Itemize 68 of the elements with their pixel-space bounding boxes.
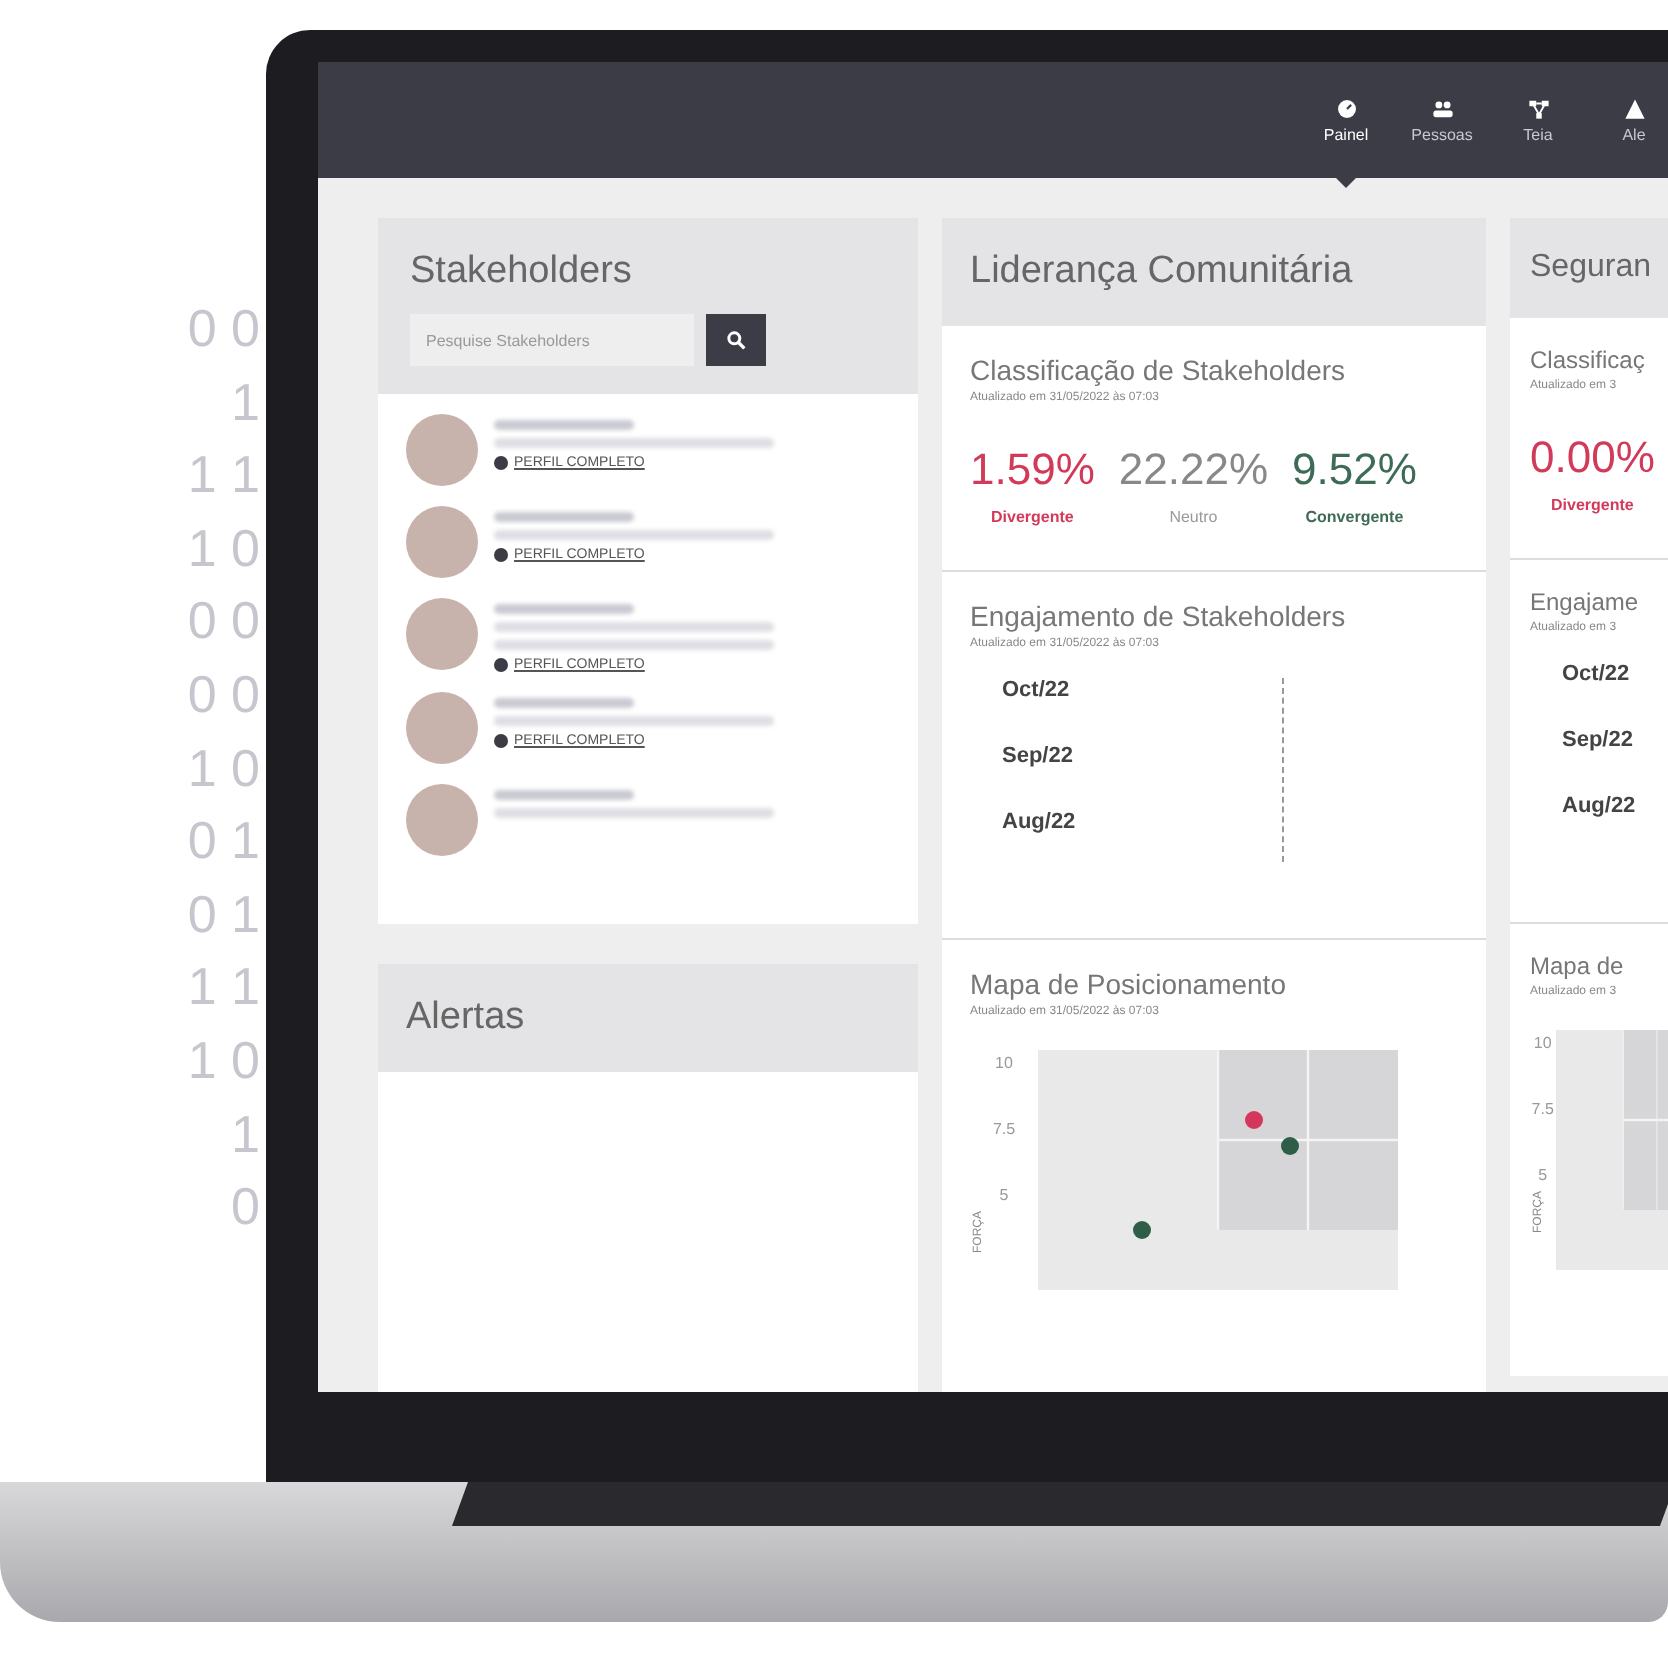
warning-icon (1623, 97, 1645, 119)
card-title: Engajame (1530, 588, 1641, 616)
blurred-text (494, 604, 634, 614)
tick-label: 10 (1533, 1034, 1552, 1052)
month-label: Aug/22 (1562, 794, 1638, 818)
plus-circle-icon (494, 658, 508, 672)
nav-tab[interactable]: Painel (1312, 62, 1380, 178)
decorative-digits: 0 0 (187, 592, 260, 650)
avatar-placeholder (406, 692, 478, 764)
metric-label: Neutro (1169, 508, 1218, 526)
search-button[interactable] (706, 314, 766, 366)
blurred-text (494, 420, 634, 430)
blurred-text (494, 790, 634, 800)
network-icon (1527, 97, 1549, 119)
plus-circle-icon (494, 548, 508, 562)
card-title: Mapa de Posicionamento (970, 968, 1288, 1000)
metric-value: 0.00% (1530, 432, 1655, 484)
tick-label: 5 (999, 1186, 1009, 1204)
avatar-placeholder (406, 506, 478, 578)
decorative-digits: 1 1 (187, 958, 260, 1016)
gauge-icon (1335, 97, 1357, 119)
nav-tab[interactable]: Pessoas (1408, 62, 1476, 178)
decorative-digits: 1 0 (187, 1031, 260, 1090)
avatar-placeholder (406, 598, 478, 670)
panel-title: Liderança Comunitária (970, 250, 1355, 294)
search-field[interactable]: Pesquise Stakeholders (410, 314, 694, 366)
metric-value: 22.22% (1118, 444, 1269, 496)
tick-label: 7.5 (992, 1120, 1016, 1138)
decorative-digits: 1 (231, 1105, 260, 1163)
tick-label: 5 (1538, 1166, 1548, 1184)
decorative-digits: 1 0 (187, 519, 260, 577)
decorative-digits: 0 (231, 1178, 260, 1236)
tick-label: 7.5 (1531, 1100, 1554, 1118)
decorative-digits: 0 0 (187, 665, 260, 724)
nav-tab[interactable]: Ale (1600, 62, 1668, 178)
decorative-digits: 0 1 (187, 812, 260, 870)
decorative-digits: 0 1 (187, 885, 260, 943)
metric-value: 9.52% (1292, 444, 1417, 496)
search-icon (726, 330, 746, 350)
avatar-placeholder (406, 784, 478, 856)
month-label: Oct/22 (1002, 678, 1072, 702)
nav-tab[interactable]: Teia (1504, 62, 1572, 178)
panel-title: Seguran (1530, 250, 1653, 286)
month-label: Aug/22 (1002, 810, 1078, 834)
blurred-text (494, 512, 634, 522)
card-title: Engajamento de Stakeholders (970, 600, 1348, 632)
blurred-text (494, 698, 634, 708)
plus-circle-icon (494, 734, 508, 748)
tick-label: 10 (995, 1054, 1013, 1072)
panel-title: Stakeholders (410, 250, 634, 294)
decorative-digits: 0 0 (187, 300, 260, 358)
avatar-placeholder (406, 414, 478, 486)
metric-label: Divergente (1551, 496, 1634, 514)
month-label: Sep/22 (1562, 728, 1635, 752)
month-label: Sep/22 (1002, 744, 1075, 768)
panel-title: Alertas (406, 996, 527, 1040)
decorative-digits: 1 1 (187, 446, 260, 504)
decorative-digits: 1 0 (187, 739, 260, 797)
card-title: Classificaç (1530, 346, 1647, 374)
card-title: Mapa de (1530, 952, 1626, 980)
metric-value: 1.59% (970, 444, 1095, 496)
metric-label: Convergente (1305, 508, 1404, 526)
card-title: Classificação de Stakeholders (970, 354, 1348, 386)
people-icon (1431, 97, 1453, 119)
month-label: Oct/22 (1562, 662, 1632, 686)
metric-label: Divergente (991, 508, 1074, 526)
plus-circle-icon (494, 456, 508, 470)
decorative-digits: 1 (231, 373, 260, 431)
